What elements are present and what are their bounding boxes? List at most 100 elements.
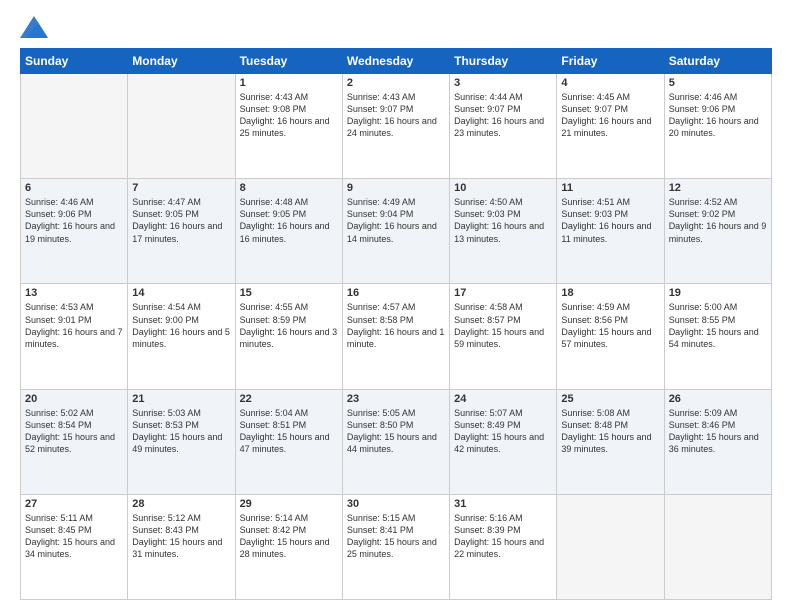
calendar-cell: 20 Sunrise: 5:02 AM Sunset: 8:54 PM Dayli… — [21, 389, 128, 494]
day-number: 20 — [25, 393, 123, 405]
day-number: 9 — [347, 182, 445, 194]
day-info: Sunrise: 5:09 AM Sunset: 8:46 PM Dayligh… — [669, 407, 767, 456]
day-number: 6 — [25, 182, 123, 194]
calendar-cell: 1Sunrise: 4:43 AM Sunset: 9:08 PM Daylig… — [235, 74, 342, 179]
calendar-cell: 19 Sunrise: 5:00 AM Sunset: 8:55 PM Dayli… — [664, 284, 771, 389]
day-number: 30 — [347, 498, 445, 510]
calendar-cell: 6 Sunrise: 4:46 AM Sunset: 9:06 PM Daylig… — [21, 179, 128, 284]
day-info: Sunrise: 5:02 AM Sunset: 8:54 PM Dayligh… — [25, 407, 123, 456]
calendar-cell — [21, 74, 128, 179]
day-info: Sunrise: 4:45 AM Sunset: 9:07 PM Dayligh… — [561, 91, 659, 140]
calendar-cell: 30 Sunrise: 5:15 AM Sunset: 8:41 PM Dayli… — [342, 494, 449, 599]
day-info: Sunrise: 5:03 AM Sunset: 8:53 PM Dayligh… — [132, 407, 230, 456]
calendar-cell: 14Sunrise: 4:54 AM Sunset: 9:00 PM Dayli… — [128, 284, 235, 389]
day-number: 18 — [561, 287, 659, 299]
day-number: 7 — [132, 182, 230, 194]
day-info: Sunrise: 4:50 AM Sunset: 9:03 PM Dayligh… — [454, 196, 552, 245]
calendar-week-row: 27 Sunrise: 5:11 AM Sunset: 8:45 PM Dayli… — [21, 494, 772, 599]
day-number: 29 — [240, 498, 338, 510]
calendar-cell: 10Sunrise: 4:50 AM Sunset: 9:03 PM Dayli… — [450, 179, 557, 284]
day-info: Sunrise: 4:46 AM Sunset: 9:06 PM Dayligh… — [669, 91, 767, 140]
day-number: 2 — [347, 77, 445, 89]
calendar-cell: 27 Sunrise: 5:11 AM Sunset: 8:45 PM Dayli… — [21, 494, 128, 599]
day-info: Sunrise: 4:48 AM Sunset: 9:05 PM Dayligh… — [240, 196, 338, 245]
day-info: Sunrise: 5:05 AM Sunset: 8:50 PM Dayligh… — [347, 407, 445, 456]
day-number: 31 — [454, 498, 552, 510]
calendar-cell: 16 Sunrise: 4:57 AM Sunset: 8:58 PM Dayli… — [342, 284, 449, 389]
page-header — [20, 16, 772, 38]
day-info: Sunrise: 4:53 AM Sunset: 9:01 PM Dayligh… — [25, 301, 123, 350]
calendar-cell: 15Sunrise: 4:55 AM Sunset: 8:59 PM Dayli… — [235, 284, 342, 389]
day-info: Sunrise: 5:04 AM Sunset: 8:51 PM Dayligh… — [240, 407, 338, 456]
calendar-cell: 11 Sunrise: 4:51 AM Sunset: 9:03 PM Dayli… — [557, 179, 664, 284]
day-info: Sunrise: 4:59 AM Sunset: 8:56 PM Dayligh… — [561, 301, 659, 350]
calendar-week-row: 1Sunrise: 4:43 AM Sunset: 9:08 PM Daylig… — [21, 74, 772, 179]
day-info: Sunrise: 4:52 AM Sunset: 9:02 PM Dayligh… — [669, 196, 767, 245]
calendar-cell: 21 Sunrise: 5:03 AM Sunset: 8:53 PM Dayli… — [128, 389, 235, 494]
calendar-week-row: 20 Sunrise: 5:02 AM Sunset: 8:54 PM Dayli… — [21, 389, 772, 494]
day-header-saturday: Saturday — [664, 49, 771, 74]
day-header-monday: Monday — [128, 49, 235, 74]
day-header-wednesday: Wednesday — [342, 49, 449, 74]
day-number: 26 — [669, 393, 767, 405]
day-info: Sunrise: 5:12 AM Sunset: 8:43 PM Dayligh… — [132, 512, 230, 561]
day-number: 5 — [669, 77, 767, 89]
calendar-cell: 25 Sunrise: 5:08 AM Sunset: 8:48 PM Dayli… — [557, 389, 664, 494]
day-info: Sunrise: 4:49 AM Sunset: 9:04 PM Dayligh… — [347, 196, 445, 245]
day-info: Sunrise: 4:51 AM Sunset: 9:03 PM Dayligh… — [561, 196, 659, 245]
calendar-cell: 18 Sunrise: 4:59 AM Sunset: 8:56 PM Dayli… — [557, 284, 664, 389]
day-number: 22 — [240, 393, 338, 405]
day-info: Sunrise: 4:54 AM Sunset: 9:00 PM Dayligh… — [132, 301, 230, 350]
day-number: 23 — [347, 393, 445, 405]
day-info: Sunrise: 5:07 AM Sunset: 8:49 PM Dayligh… — [454, 407, 552, 456]
calendar-cell: 4Sunrise: 4:45 AM Sunset: 9:07 PM Daylig… — [557, 74, 664, 179]
day-number: 27 — [25, 498, 123, 510]
day-info: Sunrise: 5:16 AM Sunset: 8:39 PM Dayligh… — [454, 512, 552, 561]
day-info: Sunrise: 5:14 AM Sunset: 8:42 PM Dayligh… — [240, 512, 338, 561]
calendar-week-row: 13Sunrise: 4:53 AM Sunset: 9:01 PM Dayli… — [21, 284, 772, 389]
day-number: 12 — [669, 182, 767, 194]
day-info: Sunrise: 4:43 AM Sunset: 9:07 PM Dayligh… — [347, 91, 445, 140]
day-info: Sunrise: 4:47 AM Sunset: 9:05 PM Dayligh… — [132, 196, 230, 245]
day-info: Sunrise: 4:58 AM Sunset: 8:57 PM Dayligh… — [454, 301, 552, 350]
calendar-cell: 22 Sunrise: 5:04 AM Sunset: 8:51 PM Dayli… — [235, 389, 342, 494]
day-header-sunday: Sunday — [21, 49, 128, 74]
calendar-cell: 26 Sunrise: 5:09 AM Sunset: 8:46 PM Dayli… — [664, 389, 771, 494]
calendar-table: SundayMondayTuesdayWednesdayThursdayFrid… — [20, 48, 772, 600]
day-number: 3 — [454, 77, 552, 89]
day-info: Sunrise: 4:44 AM Sunset: 9:07 PM Dayligh… — [454, 91, 552, 140]
day-info: Sunrise: 5:11 AM Sunset: 8:45 PM Dayligh… — [25, 512, 123, 561]
calendar-cell — [557, 494, 664, 599]
day-header-thursday: Thursday — [450, 49, 557, 74]
day-number: 1 — [240, 77, 338, 89]
day-number: 16 — [347, 287, 445, 299]
calendar-week-row: 6 Sunrise: 4:46 AM Sunset: 9:06 PM Daylig… — [21, 179, 772, 284]
calendar-cell: 8Sunrise: 4:48 AM Sunset: 9:05 PM Daylig… — [235, 179, 342, 284]
logo-icon — [20, 16, 48, 38]
day-info: Sunrise: 4:46 AM Sunset: 9:06 PM Dayligh… — [25, 196, 123, 245]
day-info: Sunrise: 5:15 AM Sunset: 8:41 PM Dayligh… — [347, 512, 445, 561]
day-number: 19 — [669, 287, 767, 299]
day-info: Sunrise: 4:57 AM Sunset: 8:58 PM Dayligh… — [347, 301, 445, 350]
day-number: 11 — [561, 182, 659, 194]
calendar-cell: 17Sunrise: 4:58 AM Sunset: 8:57 PM Dayli… — [450, 284, 557, 389]
calendar-cell — [128, 74, 235, 179]
day-header-friday: Friday — [557, 49, 664, 74]
calendar-cell: 28 Sunrise: 5:12 AM Sunset: 8:43 PM Dayli… — [128, 494, 235, 599]
day-info: Sunrise: 5:00 AM Sunset: 8:55 PM Dayligh… — [669, 301, 767, 350]
day-info: Sunrise: 5:08 AM Sunset: 8:48 PM Dayligh… — [561, 407, 659, 456]
day-number: 24 — [454, 393, 552, 405]
calendar-cell: 12 Sunrise: 4:52 AM Sunset: 9:02 PM Dayli… — [664, 179, 771, 284]
calendar-cell: 5 Sunrise: 4:46 AM Sunset: 9:06 PM Daylig… — [664, 74, 771, 179]
calendar-cell: 3 Sunrise: 4:44 AM Sunset: 9:07 PM Daylig… — [450, 74, 557, 179]
calendar-cell: 2 Sunrise: 4:43 AM Sunset: 9:07 PM Daylig… — [342, 74, 449, 179]
calendar-cell: 7 Sunrise: 4:47 AM Sunset: 9:05 PM Daylig… — [128, 179, 235, 284]
calendar-cell: 29 Sunrise: 5:14 AM Sunset: 8:42 PM Dayli… — [235, 494, 342, 599]
calendar-cell: 13Sunrise: 4:53 AM Sunset: 9:01 PM Dayli… — [21, 284, 128, 389]
day-number: 21 — [132, 393, 230, 405]
day-number: 25 — [561, 393, 659, 405]
calendar-header-row: SundayMondayTuesdayWednesdayThursdayFrid… — [21, 49, 772, 74]
day-number: 28 — [132, 498, 230, 510]
calendar-cell: 23 Sunrise: 5:05 AM Sunset: 8:50 PM Dayli… — [342, 389, 449, 494]
calendar-cell: 24 Sunrise: 5:07 AM Sunset: 8:49 PM Dayli… — [450, 389, 557, 494]
